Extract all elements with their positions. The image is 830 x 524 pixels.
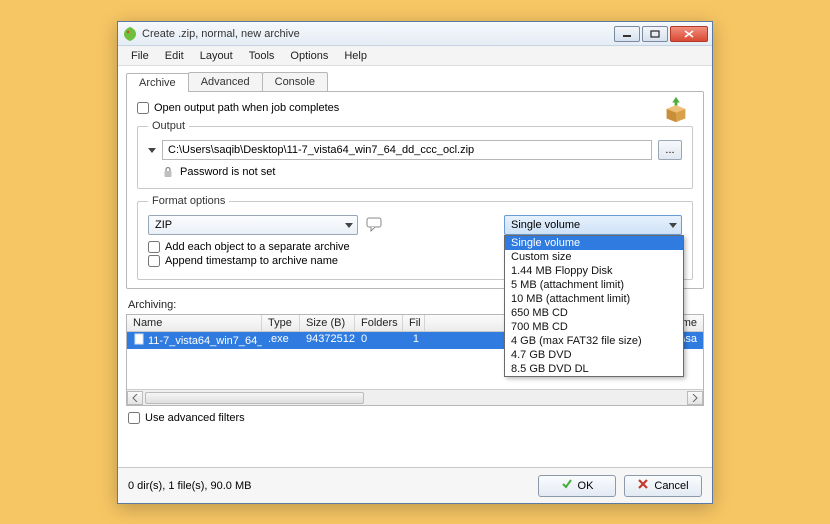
expand-icon[interactable] (148, 148, 156, 153)
volume-value: Single volume (511, 219, 580, 231)
open-output-checkbox[interactable]: Open output path when job completes (137, 102, 693, 114)
open-output-input[interactable] (137, 102, 149, 114)
content-area: Archive Advanced Console Open output pat… (118, 66, 712, 467)
advanced-filters-input[interactable] (128, 412, 140, 424)
menu-layout[interactable]: Layout (193, 48, 240, 64)
minimize-button[interactable] (614, 26, 640, 42)
window-buttons (614, 26, 708, 42)
cell-files: 1 (403, 332, 425, 349)
col-files[interactable]: Fil (403, 315, 425, 331)
cell-type: .exe (262, 332, 300, 349)
horizontal-scrollbar[interactable] (127, 389, 703, 405)
format-fieldset: Format options ZIP Single volume Si (137, 195, 693, 280)
col-size[interactable]: Size (B) (300, 315, 355, 331)
maximize-button[interactable] (642, 26, 668, 42)
format-combo[interactable]: ZIP (148, 215, 358, 235)
x-icon (637, 478, 649, 493)
col-type[interactable]: Type (262, 315, 300, 331)
timestamp-label: Append timestamp to archive name (165, 255, 338, 267)
volume-option[interactable]: 4.7 GB DVD (505, 348, 683, 362)
dialog-buttons: OK Cancel (538, 475, 702, 497)
advanced-filters-checkbox[interactable]: Use advanced filters (128, 412, 704, 424)
menu-edit[interactable]: Edit (158, 48, 191, 64)
volume-option[interactable]: Single volume (505, 236, 683, 250)
tab-archive[interactable]: Archive (126, 73, 189, 92)
volume-option[interactable]: 5 MB (attachment limit) (505, 278, 683, 292)
titlebar[interactable]: Create .zip, normal, new archive (118, 22, 712, 46)
password-row[interactable]: Password is not set (148, 166, 682, 178)
cancel-button[interactable]: Cancel (624, 475, 702, 497)
menu-tools[interactable]: Tools (242, 48, 282, 64)
timestamp-input[interactable] (148, 255, 160, 267)
output-path-input[interactable] (162, 140, 652, 160)
open-output-label: Open output path when job completes (154, 102, 339, 114)
advanced-filters-label: Use advanced filters (145, 412, 245, 424)
tab-advanced[interactable]: Advanced (188, 72, 263, 91)
volume-option[interactable]: 650 MB CD (505, 306, 683, 320)
menu-file[interactable]: File (124, 48, 156, 64)
tab-console[interactable]: Console (262, 72, 328, 91)
format-row: ZIP Single volume Single volume Custom s… (148, 215, 682, 235)
ok-button[interactable]: OK (538, 475, 616, 497)
tab-strip: Archive Advanced Console (126, 72, 704, 91)
cell-name: 11-7_vista64_win7_64_d (148, 335, 262, 347)
volume-option[interactable]: 8.5 GB DVD DL (505, 362, 683, 376)
tab-panel-archive: Open output path when job completes Outp… (126, 91, 704, 289)
volume-option[interactable]: 4 GB (max FAT32 file size) (505, 334, 683, 348)
volume-dropdown: Single volume Custom size 1.44 MB Floppy… (504, 235, 684, 377)
comment-icon[interactable] (366, 217, 384, 233)
output-fieldset: Output ... Password is not set (137, 120, 693, 189)
volume-option[interactable]: Custom size (505, 250, 683, 264)
cell-folders: 0 (355, 332, 403, 349)
chevron-down-icon (345, 223, 353, 228)
statusbar: 0 dir(s), 1 file(s), 90.0 MB OK Cancel (118, 467, 712, 503)
close-button[interactable] (670, 26, 708, 42)
app-icon (122, 26, 138, 42)
scroll-right-button[interactable] (687, 391, 703, 405)
file-icon (133, 333, 145, 348)
separate-archive-input[interactable] (148, 241, 160, 253)
volume-combo[interactable]: Single volume Single volume Custom size … (504, 215, 682, 235)
status-text: 0 dir(s), 1 file(s), 90.0 MB (128, 480, 251, 492)
check-icon (561, 478, 573, 493)
volume-option[interactable]: 10 MB (attachment limit) (505, 292, 683, 306)
package-icon (661, 94, 691, 124)
format-value: ZIP (155, 219, 172, 231)
menubar: File Edit Layout Tools Options Help (118, 46, 712, 66)
menu-help[interactable]: Help (337, 48, 374, 64)
password-label: Password is not set (180, 166, 275, 178)
output-legend: Output (148, 120, 189, 132)
chevron-down-icon (669, 223, 677, 228)
cancel-label: Cancel (654, 480, 688, 492)
scroll-left-button[interactable] (127, 391, 143, 405)
output-path-row: ... (148, 140, 682, 160)
browse-button[interactable]: ... (658, 140, 682, 160)
main-window: Create .zip, normal, new archive File Ed… (117, 21, 713, 504)
scroll-thumb[interactable] (145, 392, 364, 404)
volume-option[interactable]: 700 MB CD (505, 320, 683, 334)
window-title: Create .zip, normal, new archive (142, 28, 614, 40)
menu-options[interactable]: Options (283, 48, 335, 64)
volume-option[interactable]: 1.44 MB Floppy Disk (505, 264, 683, 278)
format-legend: Format options (148, 195, 229, 207)
cell-size: 94372512 (300, 332, 355, 349)
col-folders[interactable]: Folders (355, 315, 403, 331)
ok-label: OK (578, 480, 594, 492)
lock-icon (162, 166, 174, 178)
separate-archive-label: Add each object to a separate archive (165, 241, 350, 253)
col-name[interactable]: Name (127, 315, 262, 331)
